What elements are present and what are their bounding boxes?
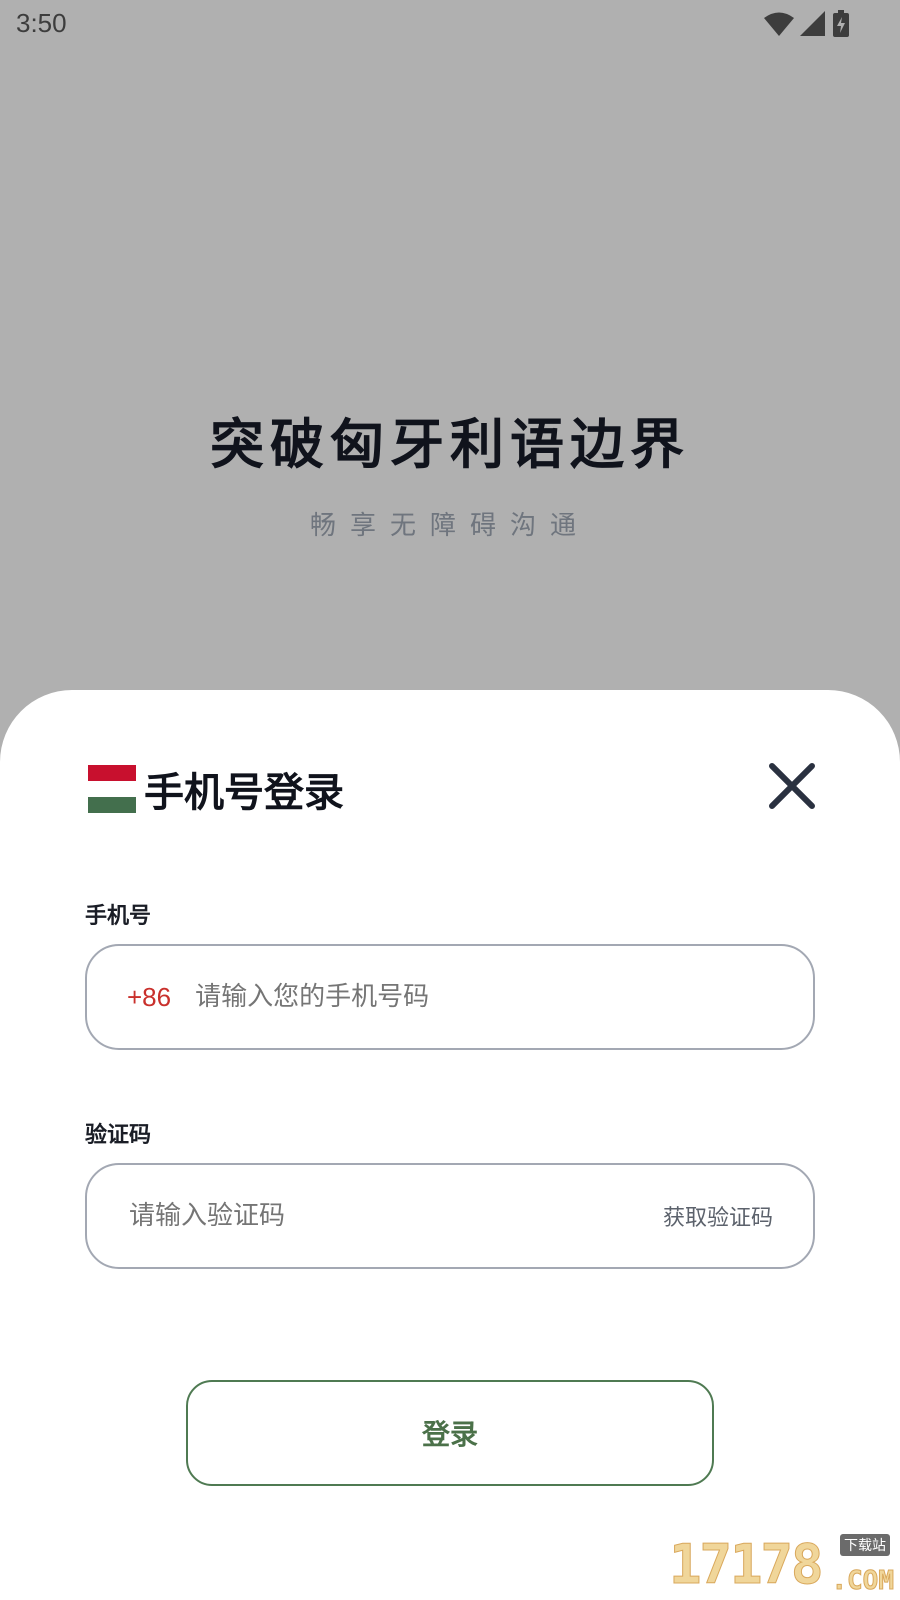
flag-stripe-red bbox=[88, 765, 136, 781]
phone-input[interactable] bbox=[193, 981, 698, 1013]
code-input[interactable] bbox=[127, 1200, 571, 1232]
site-watermark: 17178 下载站 .COM bbox=[669, 1533, 895, 1597]
wifi-icon bbox=[764, 12, 794, 36]
login-button[interactable]: 登录 bbox=[186, 1380, 714, 1486]
sheet-title: 手机号登录 bbox=[144, 770, 344, 816]
get-code-button[interactable]: 获取验证码 bbox=[663, 1200, 773, 1232]
sheet-header: 手机号登录 bbox=[88, 760, 344, 818]
country-code[interactable]: +86 bbox=[127, 982, 171, 1013]
close-button[interactable] bbox=[766, 760, 818, 812]
flag-stripe-green bbox=[88, 797, 136, 813]
status-bar: 3:50 bbox=[0, 0, 900, 50]
status-time: 3:50 bbox=[16, 8, 67, 38]
hungary-flag-icon bbox=[88, 765, 136, 813]
watermark-com: .COM bbox=[831, 1566, 895, 1597]
watermark-download: 下载站 bbox=[840, 1534, 890, 1556]
signal-icon bbox=[800, 11, 825, 36]
code-label: 验证码 bbox=[85, 1123, 152, 1148]
phone-label: 手机号 bbox=[85, 904, 152, 929]
watermark-number: 17178 bbox=[669, 1533, 825, 1597]
flag-stripe-white bbox=[88, 781, 136, 797]
hero-title: 突破匈牙利语边界 bbox=[210, 413, 690, 476]
phone-field[interactable]: +86 bbox=[85, 944, 815, 1050]
code-field[interactable]: 获取验证码 bbox=[85, 1163, 815, 1269]
status-icons bbox=[764, 10, 850, 38]
battery-charging-icon bbox=[833, 10, 849, 37]
hero-subtitle: 畅享无障碍沟通 bbox=[309, 511, 590, 541]
close-icon bbox=[769, 763, 815, 809]
